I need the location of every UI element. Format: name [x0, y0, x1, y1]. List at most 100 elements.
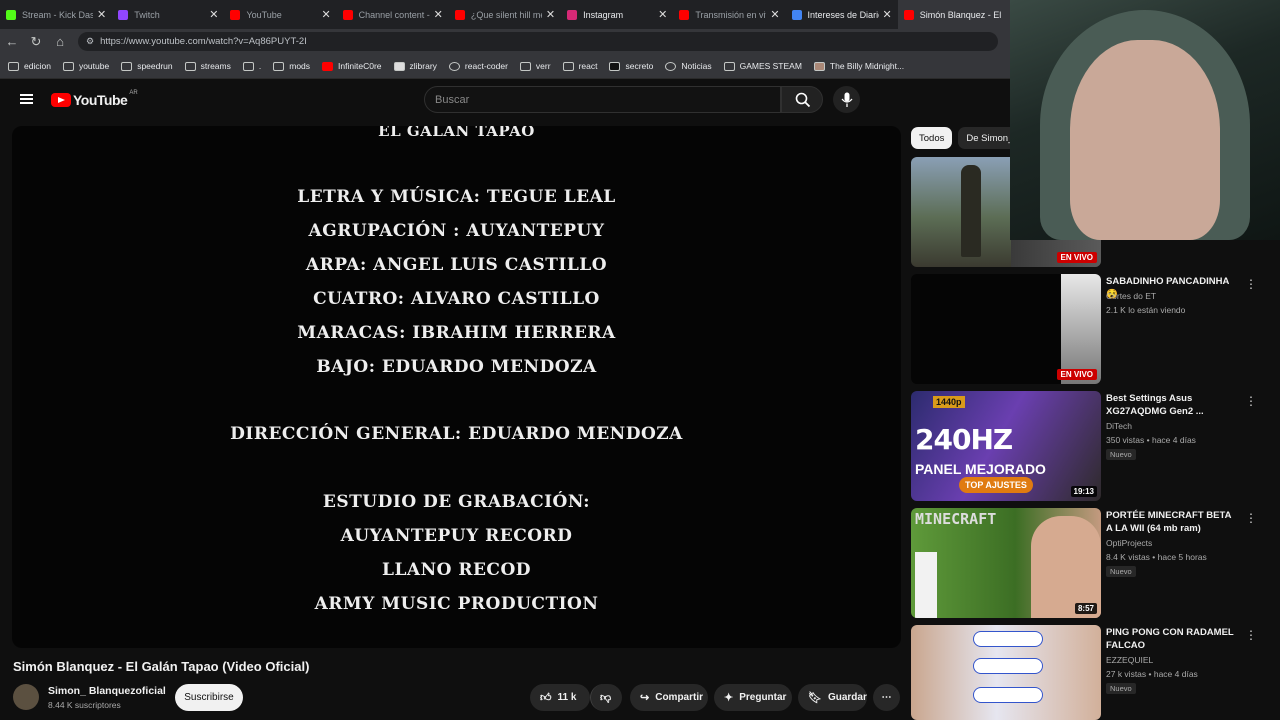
recommendation-title[interactable]: PORTÉE MINECRAFT BETA A LA WII (64 mb ra… [1106, 509, 1236, 535]
browser-tab[interactable]: Instagram ✕ [561, 0, 673, 29]
close-icon[interactable]: ✕ [209, 8, 218, 21]
bookmark-item[interactable]: youtube [62, 61, 109, 71]
credit-line: BAJO: EDUARDO MENDOZA [316, 357, 597, 377]
address-bar-row: ← ↻ ⌂ ⚙ https://www.youtube.com/watch?v=A… [0, 29, 1010, 54]
bookmark-item[interactable]: mods [273, 61, 310, 71]
new-badge: Nuevo [1106, 449, 1136, 460]
recommendation-item[interactable]: MINECRAFT 8:57 PORTÉE MINECRAFT BETA A L… [911, 508, 1280, 618]
credit-line: MARACAS: IBRAHIM HERRERA [297, 323, 616, 343]
search-button[interactable] [781, 86, 823, 113]
back-icon[interactable]: ← [0, 34, 24, 49]
youtube-logo[interactable]: YouTube AR [51, 90, 138, 108]
bookmark-item[interactable]: zlibrary [393, 61, 437, 71]
bookmark-item[interactable]: The Billy Midnight... [813, 61, 904, 71]
voice-search-button[interactable] [833, 86, 860, 113]
recommendation-item[interactable]: EN VIVO SABADINHO PANCADINHA 😵 Cortes do… [911, 274, 1280, 384]
channel-avatar[interactable] [13, 684, 39, 710]
recommendation-channel[interactable]: DiTech [1106, 421, 1132, 431]
more-icon[interactable]: ⋮ [1245, 628, 1257, 642]
twitch-icon [118, 9, 129, 20]
duration-badge: 8:57 [1074, 603, 1097, 614]
ask-button[interactable]: ✦ Preguntar [714, 684, 792, 711]
recommendation-title[interactable]: PING PONG CON RADAMEL FALCAO [1106, 626, 1236, 652]
more-actions-button[interactable]: ⋯ [873, 684, 900, 711]
browser-tab[interactable]: Transmisión en vivo✕ [673, 0, 785, 29]
thumbnail-bubble [973, 631, 1043, 647]
close-icon[interactable]: ✕ [434, 8, 443, 21]
browser-tab[interactable]: ¿Que silent hill me n✕ [449, 0, 561, 29]
recommendation-item[interactable]: 1440p 240HZ PANEL MEJORADO TOP AJUSTES 1… [911, 391, 1280, 501]
thumbs-down-icon: 👎︎ [600, 692, 612, 704]
site-info-icon[interactable]: ⚙ [86, 36, 94, 47]
close-icon[interactable]: ✕ [546, 8, 555, 21]
thumbnail-figure [915, 552, 937, 618]
thumbnail-bubble [973, 658, 1043, 674]
home-icon[interactable]: ⌂ [48, 34, 72, 49]
browser-tab[interactable]: Twitch ✕ [112, 0, 224, 29]
url-field[interactable]: ⚙ https://www.youtube.com/watch?v=Aq86PUY… [78, 32, 998, 51]
browser-tab[interactable]: YouTube ✕ [224, 0, 336, 29]
recommendation-channel[interactable]: OptiProjects [1106, 538, 1152, 548]
more-icon[interactable]: ⋮ [1245, 511, 1257, 525]
thumbnail-panel-label: PANEL MEJORADO [915, 461, 1046, 477]
reload-icon[interactable]: ↻ [24, 34, 48, 50]
youtube-icon [454, 9, 465, 20]
globe-icon [665, 61, 677, 71]
bookmark-item[interactable]: Noticias [665, 61, 712, 71]
bookmark-item[interactable]: . [242, 61, 261, 71]
recommendation-item[interactable]: PING PONG CON RADAMEL FALCAO EZZEQUIEL 2… [911, 625, 1280, 720]
channel-name[interactable]: Simon_ Blanquezoficial [48, 685, 166, 697]
close-icon[interactable]: ✕ [321, 8, 330, 21]
thumbnail-figure [961, 165, 981, 257]
recommendation-title[interactable]: Best Settings Asus XG27AQDMG Gen2 ... [1106, 392, 1236, 418]
video-player[interactable]: EL GALÁN TAPAO LETRA Y MÚSICA: TEGUE LEA… [12, 126, 901, 648]
bookmark-item[interactable]: react [562, 61, 597, 71]
credit-line: EL GALÁN TAPAO [378, 126, 535, 140]
video-thumbnail[interactable] [911, 625, 1101, 720]
browser-tab-active[interactable]: Simón Blanquez - El [897, 0, 1010, 29]
bookmark-item[interactable]: InfiniteC0re [322, 61, 382, 71]
search-input[interactable]: Buscar [424, 86, 781, 113]
browser-tab[interactable]: Stream - Kick Dashbo✕ [0, 0, 112, 29]
youtube-icon [679, 9, 690, 20]
dislike-button[interactable]: 👎︎ [590, 684, 622, 711]
more-icon[interactable]: ⋮ [1245, 277, 1257, 291]
credit-line: CUATRO: ALVARO CASTILLO [313, 289, 600, 309]
game-icon [813, 61, 825, 71]
more-icon[interactable]: ⋮ [1245, 394, 1257, 408]
bookmark-item[interactable]: verr [519, 61, 551, 71]
video-thumbnail[interactable]: MINECRAFT 8:57 [911, 508, 1101, 618]
video-thumbnail[interactable]: 1440p 240HZ PANEL MEJORADO TOP AJUSTES 1… [911, 391, 1101, 501]
recommendation-channel[interactable]: EZZEQUIEL [1106, 655, 1153, 665]
close-icon[interactable]: ✕ [658, 8, 667, 21]
save-button[interactable]: 🔖︎ Guardar [798, 684, 867, 711]
bookmark-item[interactable]: GAMES STEAM [723, 61, 802, 71]
like-button[interactable]: 👍︎ 11 k [530, 684, 590, 711]
folder-icon [62, 61, 74, 71]
subscribe-button[interactable]: Suscribirse [175, 684, 243, 711]
bookmark-item[interactable]: speedrun [121, 61, 173, 71]
bookmark-item[interactable]: edicion [8, 61, 51, 71]
instagram-icon [567, 9, 578, 20]
share-button[interactable]: ↪ Compartir [630, 684, 708, 711]
bookmark-item[interactable]: react-coder [448, 61, 508, 71]
bookmark-item[interactable]: secreto [609, 61, 653, 71]
thumbnail-bubble [973, 687, 1043, 703]
bookmark-icon: 🔖︎ [808, 692, 822, 704]
menu-icon[interactable] [20, 94, 33, 104]
folder-icon [121, 61, 133, 71]
browser-tab[interactable]: Channel content - Yo✕ [337, 0, 449, 29]
share-icon: ↪ [640, 692, 650, 704]
folder-icon [242, 61, 254, 71]
chip-all[interactable]: Todos [911, 127, 953, 149]
video-thumbnail[interactable]: EN VIVO [911, 274, 1101, 384]
close-icon[interactable]: ✕ [883, 8, 892, 21]
close-icon[interactable]: ✕ [770, 8, 779, 21]
close-icon[interactable]: ✕ [97, 8, 106, 21]
folder-icon [8, 61, 19, 71]
more-icon: ⋯ [881, 692, 892, 703]
browser-tab[interactable]: Intereses de Diarios✕ [786, 0, 898, 29]
recommendation-channel[interactable]: Cortes do ET [1106, 291, 1156, 301]
thumbnail-mc-label: MINECRAFT [915, 510, 997, 528]
bookmark-item[interactable]: streams [184, 61, 231, 71]
